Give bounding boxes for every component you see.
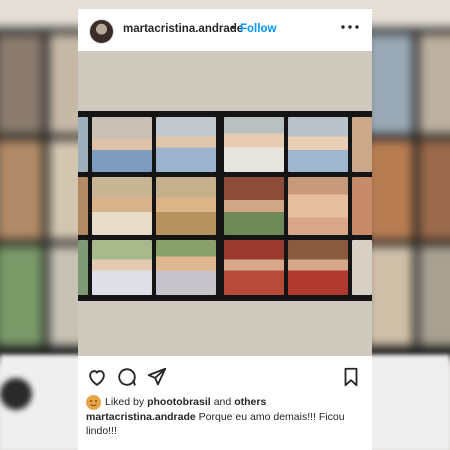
- photo-tile: [224, 177, 284, 235]
- photo-wall: [78, 111, 372, 301]
- header-separator: •: [231, 22, 235, 34]
- action-bar: [78, 356, 372, 396]
- photo-tile: [224, 240, 284, 295]
- photo-tile: [288, 240, 348, 295]
- background-tag-icon: [0, 378, 32, 410]
- photo-tile: [92, 117, 152, 172]
- photo-tile: [156, 117, 216, 172]
- post-photo[interactable]: [78, 51, 372, 356]
- likes-others-link[interactable]: others: [234, 396, 266, 408]
- liker-avatar: [86, 394, 101, 410]
- photo-tile: [352, 240, 372, 295]
- photo-tile: [78, 240, 88, 295]
- username-link[interactable]: martacristina.andrade: [123, 23, 243, 35]
- photo-tile: [288, 177, 348, 235]
- likes-and: and: [213, 396, 232, 408]
- more-options-icon[interactable]: [340, 20, 360, 37]
- photo-tile: [156, 177, 216, 235]
- liked-by-user-link[interactable]: phootobrasil: [147, 396, 211, 408]
- photo-tile: [224, 117, 284, 172]
- likes-prefix: Liked by: [105, 396, 145, 408]
- photo-tile: [352, 177, 372, 235]
- send-icon[interactable]: [146, 366, 168, 388]
- photo-tile: [288, 117, 348, 172]
- post-header: martacristina.andrade • Follow: [78, 9, 372, 51]
- photo-tile: [92, 240, 152, 295]
- heart-icon[interactable]: [86, 366, 108, 388]
- likes-summary: Liked by phootobrasil and others: [86, 393, 269, 411]
- photo-tile: [78, 117, 88, 172]
- photo-tile: [78, 177, 88, 235]
- photo-tile: [352, 117, 372, 172]
- post-caption: martacristina.andrade Porque eu amo dema…: [86, 411, 364, 438]
- follow-button[interactable]: Follow: [240, 23, 276, 35]
- photo-tile: [92, 177, 152, 235]
- avatar[interactable]: [89, 19, 114, 44]
- caption-username-link[interactable]: martacristina.andrade: [86, 411, 196, 423]
- bookmark-icon[interactable]: [340, 366, 362, 388]
- photo-tile: [156, 240, 216, 295]
- comment-icon[interactable]: [116, 366, 138, 388]
- instagram-post-card: martacristina.andrade • Follow Liked by …: [78, 9, 372, 450]
